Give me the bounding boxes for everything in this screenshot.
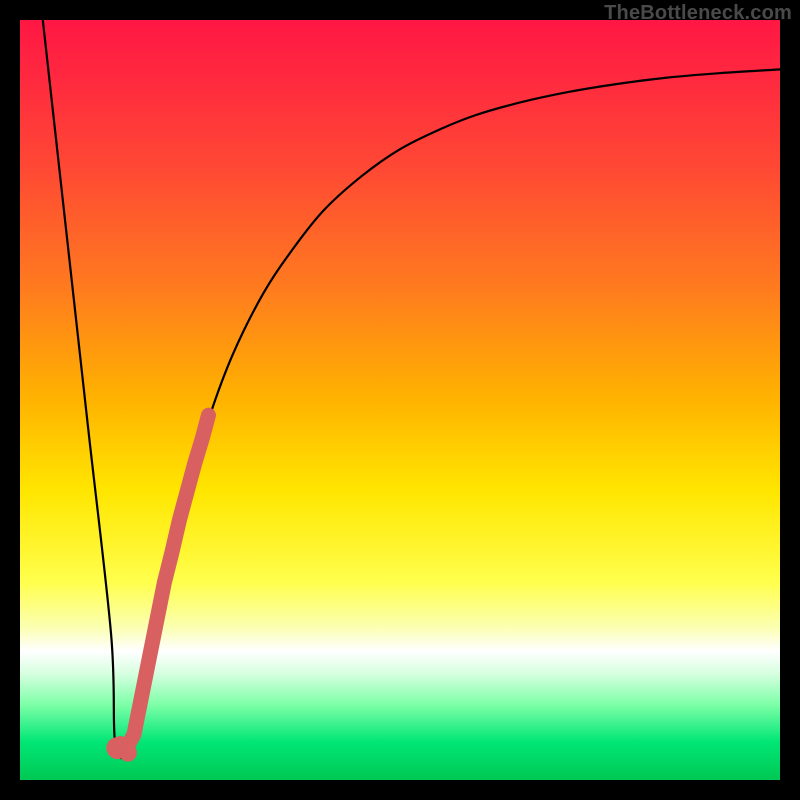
chart-frame: TheBottleneck.com <box>0 0 800 800</box>
marker-end-blob-2 <box>119 744 137 762</box>
chart-canvas <box>20 20 780 780</box>
watermark-text: TheBottleneck.com <box>604 2 792 25</box>
gradient-background <box>20 20 780 780</box>
plot-area <box>20 20 780 780</box>
